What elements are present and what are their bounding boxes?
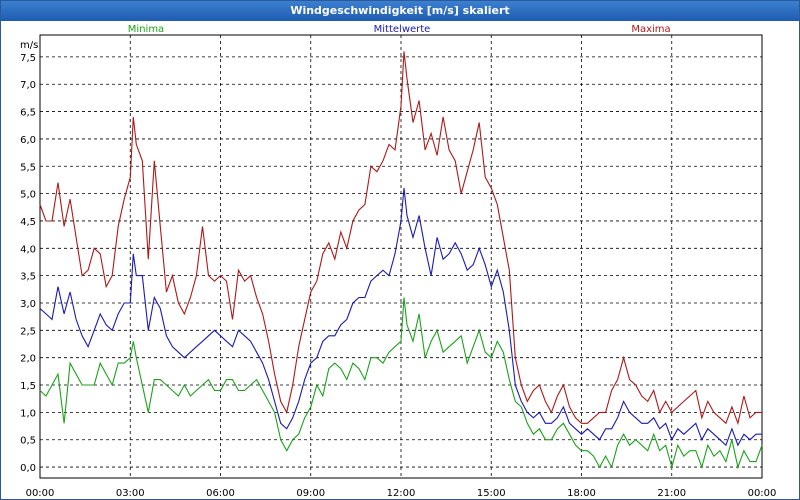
legend-minima: Minima <box>128 24 164 35</box>
y-tick-label: 2,0 <box>20 354 36 365</box>
x-axis-ticks: 00:0013.11.1603:0013.11.1606:0013.11.160… <box>26 488 777 499</box>
x-tick-time: 09:00 <box>296 488 325 499</box>
y-tick-label: 5,5 <box>20 162 36 173</box>
y-axis-ticks: 0,0 0,5 1,0 1,5 2,0 2,5 3,0 3,5 4,0 4,5 5,0 5,5 6,0 6… <box>20 53 36 474</box>
x-tick-time: 12:00 <box>387 488 416 499</box>
legend: Minima Mittelwerte Maxima <box>128 24 671 35</box>
y-tick-label: 7,0 <box>20 80 36 91</box>
y-tick-label: 2,5 <box>20 326 36 337</box>
y-tick-label: 5,0 <box>20 190 36 201</box>
y-tick-label: 3,0 <box>20 299 36 310</box>
y-tick-label: 1,0 <box>20 408 36 419</box>
x-tick-time: 00:00 <box>26 488 55 499</box>
legend-mittelwerte: Mittelwerte <box>374 24 431 35</box>
wind-speed-chart: 0,0 0,5 1,0 1,5 2,0 2,5 3,0 3,5 4,0 4,5 5,0 5,5 6,0 6… <box>20 24 777 499</box>
y-tick-label: 7,5 <box>20 53 36 64</box>
y-tick-label: 3,5 <box>20 272 36 283</box>
y-tick-label: 0,5 <box>20 436 36 447</box>
y-tick-label: 6,5 <box>20 108 36 119</box>
legend-maxima: Maxima <box>631 24 670 35</box>
window-title: Windgeschwindigkeit [m/s] skaliert <box>1 1 799 21</box>
y-axis-label: m/s <box>20 40 38 51</box>
x-tick-time: 15:00 <box>477 488 506 499</box>
y-tick-label: 1,5 <box>20 381 36 392</box>
x-tick-time: 03:00 <box>116 488 145 499</box>
x-tick-time: 06:00 <box>206 488 235 499</box>
x-tick-time: 00:00 <box>748 488 777 499</box>
y-tick-label: 6,0 <box>20 135 36 146</box>
x-tick-time: 18:00 <box>567 488 596 499</box>
y-tick-label: 0,0 <box>20 463 36 474</box>
y-tick-label: 4,0 <box>20 244 36 255</box>
y-tick-label: 4,5 <box>20 217 36 228</box>
x-tick-time: 21:00 <box>657 488 686 499</box>
